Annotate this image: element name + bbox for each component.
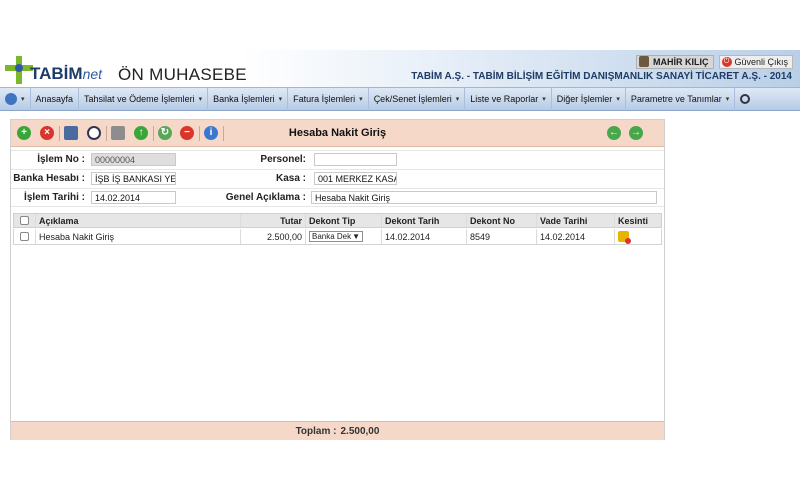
grid-header: Açıklama Tutar Dekont Tip Dekont Tarih D… <box>13 213 662 228</box>
company-name: TABİM A.Ş. - TABİM BİLİŞİM EĞİTİM DANIŞM… <box>411 71 792 82</box>
logo-main: TABİM <box>30 64 83 83</box>
power-icon: ⏻ <box>721 56 732 67</box>
menu-item-raporlar[interactable]: Liste ve Raporlar ▾ <box>465 87 552 111</box>
total-label: Toplam : <box>295 425 337 437</box>
tarih-field[interactable]: 14.02.2014 <box>91 191 176 204</box>
search-icon <box>740 94 751 104</box>
app-window: TABİMnet ÖN MUHASEBE MAHİR KILIÇ ⏻ Güven… <box>0 0 800 500</box>
chevron-down-icon: ▾ <box>725 96 730 103</box>
col-kesinti[interactable]: Kesinti <box>615 214 663 227</box>
user-badge[interactable]: MAHİR KILIÇ <box>636 54 714 69</box>
logout-button[interactable]: ⏻ Güvenli Çıkış <box>718 54 794 69</box>
user-avatar-icon <box>639 56 649 67</box>
menu-label: Anasayfa <box>35 94 74 104</box>
menu-label: Diğer İşlemler <box>556 94 613 104</box>
chevron-down-icon: ▾ <box>455 96 460 103</box>
chevron-down-icon: ▾ <box>278 96 283 103</box>
menu-home-icon-button[interactable]: ▾ <box>0 87 31 111</box>
chevron-down-icon: ▾ <box>21 96 25 103</box>
table-row[interactable]: Hesaba Nakit Giriş 2.500,00 Banka Dek ▼ 1… <box>13 229 662 245</box>
logout-label: Güvenli Çıkış <box>734 56 789 67</box>
personel-label: Personel: <box>260 154 306 165</box>
logo-wordmark: TABİMnet <box>30 64 102 84</box>
menu-item-banka[interactable]: Banka İşlemleri ▾ <box>208 87 289 111</box>
menu-item-cek-senet[interactable]: Çek/Senet İşlemleri ▾ <box>369 87 466 111</box>
form-row: Banka Hesabı : İŞB İŞ BANKASI YEN Kasa :… <box>11 169 664 188</box>
logo-net: net <box>82 66 103 82</box>
genel-aciklama-label: Genel Açıklama : <box>225 192 306 203</box>
total-value: 2.500,00 <box>340 425 380 437</box>
chevron-down-icon: ▾ <box>542 96 546 103</box>
kasa-label: Kasa : <box>275 173 306 184</box>
cell-dekont-tip: Banka Dek ▼ <box>306 229 382 244</box>
row-checkbox[interactable] <box>20 232 29 241</box>
menu-item-diger[interactable]: Diğer İşlemler ▾ <box>552 87 626 111</box>
kasa-field[interactable]: 001 MERKEZ KASA <box>314 172 397 185</box>
islem-no-label: İşlem No : <box>37 154 85 165</box>
banka-label: Banka Hesabı : <box>13 173 85 184</box>
toolbar: + × ↑ ↻ − i Hesaba Nakit Giriş ← → <box>11 120 664 147</box>
app-header: TABİMnet ÖN MUHASEBE MAHİR KILIÇ ⏻ Güven… <box>0 50 800 87</box>
arrow-left-icon[interactable]: ← <box>607 126 621 140</box>
chevron-down-icon: ▾ <box>359 96 363 103</box>
cell-kesinti <box>615 229 663 244</box>
header-checkbox-cell <box>14 214 36 227</box>
cell-dekont-no: 8549 <box>467 229 537 244</box>
menu-label: Tahsilat ve Ödeme İşlemleri <box>84 94 195 104</box>
panel-title: Hesaba Nakit Giriş <box>288 127 387 139</box>
menu-search-button[interactable] <box>735 87 755 111</box>
menu-label: Liste ve Raporlar <box>470 94 539 104</box>
form-panel: + × ↑ ↻ − i Hesaba Nakit Giriş ← → İşlem… <box>10 119 665 440</box>
menu-item-fatura[interactable]: Fatura İşlemleri ▾ <box>288 87 369 111</box>
menu-item-tahsilat[interactable]: Tahsilat ve Ödeme İşlemleri ▾ <box>79 87 209 111</box>
menu-item-anasayfa[interactable]: Anasayfa <box>31 87 80 111</box>
cell-tutar: 2.500,00 <box>241 229 306 244</box>
select-all-checkbox[interactable] <box>20 216 29 225</box>
menu-label: Parametre ve Tanımlar <box>630 94 722 104</box>
cell-vade: 14.02.2014 <box>537 229 615 244</box>
menu-label: Çek/Senet İşlemleri <box>373 94 452 104</box>
genel-aciklama-field[interactable]: Hesaba Nakit Giriş <box>311 191 657 204</box>
chevron-down-icon: ▾ <box>198 96 203 103</box>
row-checkbox-cell <box>14 229 36 244</box>
user-box: MAHİR KILIÇ ⏻ Güvenli Çıkış <box>636 54 794 69</box>
personel-field[interactable] <box>314 153 397 166</box>
col-dekont-tarih[interactable]: Dekont Tarih <box>382 214 467 227</box>
entry-form: İşlem No : 00000004 Personel: Banka Hesa… <box>11 150 664 210</box>
islem-no-field[interactable]: 00000004 <box>91 153 176 166</box>
menu-label: Banka İşlemleri <box>213 94 275 104</box>
col-vade[interactable]: Vade Tarihi <box>537 214 615 227</box>
dekont-tip-select[interactable]: Banka Dek ▼ <box>309 231 363 242</box>
cell-aciklama: Hesaba Nakit Giriş <box>36 229 241 244</box>
col-dekont-no[interactable]: Dekont No <box>467 214 537 227</box>
dropdown-arrow-icon: ▼ <box>352 232 360 241</box>
user-home-icon <box>5 93 17 105</box>
chevron-down-icon: ▾ <box>616 96 620 103</box>
user-name: MAHİR KILIÇ <box>653 56 709 67</box>
main-menu: ▾ Anasayfa Tahsilat ve Ödeme İşlemleri ▾ … <box>0 87 800 111</box>
app-title: ÖN MUHASEBE <box>118 65 247 84</box>
col-dekont-tip[interactable]: Dekont Tip <box>306 214 382 227</box>
total-bar: Toplam : 2.500,00 <box>11 421 664 440</box>
menu-label: Fatura İşlemleri <box>293 94 356 104</box>
col-tutar[interactable]: Tutar <box>241 214 306 227</box>
banka-field[interactable]: İŞB İŞ BANKASI YEN <box>91 172 176 185</box>
dekont-tip-value: Banka Dek <box>312 232 352 241</box>
form-row: İşlem No : 00000004 Personel: <box>11 150 664 169</box>
deduction-icon[interactable] <box>618 231 631 244</box>
form-row: İşlem Tarihi : 14.02.2014 Genel Açıklama… <box>11 188 664 207</box>
menu-item-parametre[interactable]: Parametre ve Tanımlar ▾ <box>626 87 736 111</box>
tarih-label: İşlem Tarihi : <box>24 192 85 203</box>
col-aciklama[interactable]: Açıklama <box>36 214 241 227</box>
arrow-right-icon[interactable]: → <box>629 126 643 140</box>
cell-dekont-tarih: 14.02.2014 <box>382 229 467 244</box>
